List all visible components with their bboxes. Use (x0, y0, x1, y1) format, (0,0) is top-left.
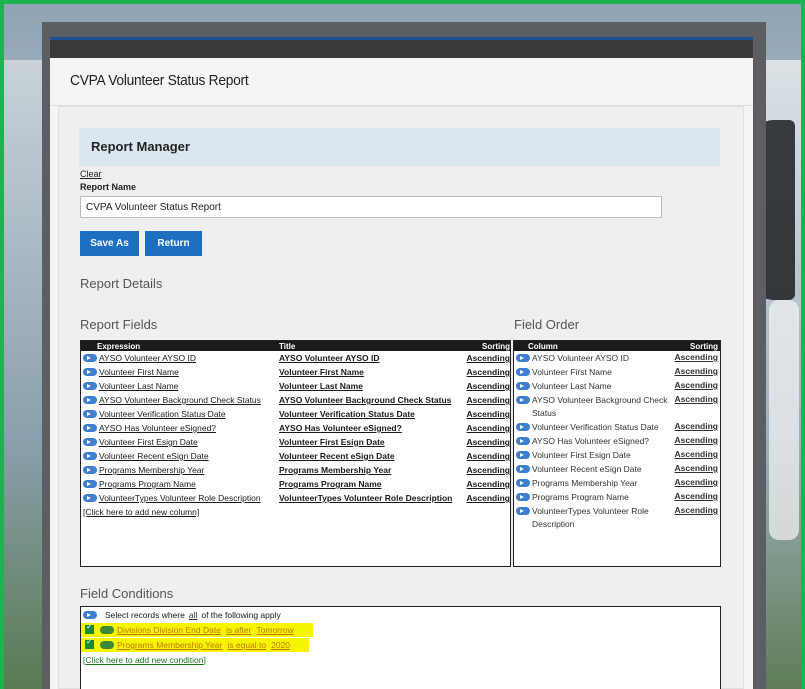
outer-frame (0, 0, 805, 689)
